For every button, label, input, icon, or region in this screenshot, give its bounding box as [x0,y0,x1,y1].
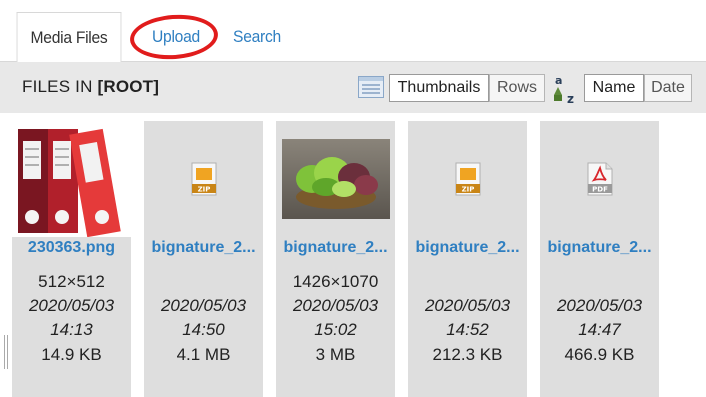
lettuce-thumbnail[interactable] [276,121,395,237]
file-card[interactable]: 230363.png 512×512 2020/05/03 14:13 14.9… [12,121,131,397]
sort-letter-z: z [567,92,574,105]
file-time: 14:13 [50,320,93,339]
file-size: 212.3 KB [432,345,503,364]
pdf-badge-text: PDF [592,186,608,194]
file-date: 2020/05/03 [292,296,379,315]
file-name-link[interactable]: bignature_2... [144,239,263,257]
file-size: 14.9 KB [41,345,102,364]
pdf-icon: PDF [587,162,612,196]
file-time: 14:52 [446,320,489,339]
folder-title: FILES IN [ROOT] [22,77,159,97]
sort-by-date-button[interactable]: Date [644,74,692,102]
file-size: 3 MB [315,345,356,364]
sort-by-name-button[interactable]: Name [584,74,644,102]
file-card[interactable]: ZIP bignature_2... 2020/05/03 14:50 4.1 … [144,121,263,397]
view-mode-icon [358,76,384,98]
file-size: 4.1 MB [176,345,231,364]
file-time: 14:50 [182,320,225,339]
tab-bar: Media Files Upload Search [0,0,706,63]
binders-image [12,121,131,237]
zip-badge-text: ZIP [461,186,474,194]
zip-thumbnail[interactable]: ZIP [144,121,263,237]
current-folder: [ROOT] [97,77,160,96]
sort-letter-a: a [555,74,562,87]
file-time: 14:47 [578,320,621,339]
file-date: 2020/05/03 [28,296,115,315]
file-dimensions: 512×512 [38,272,105,291]
pdf-thumbnail[interactable]: PDF [540,121,659,237]
zip-thumbnail[interactable]: ZIP [408,121,527,237]
files-toolbar: FILES IN [ROOT] Thumbnails Rows a z Name… [0,61,706,113]
resize-handle[interactable] [4,335,8,369]
file-name-link[interactable]: 230363.png [12,239,131,257]
sort-az-icon: a z [554,74,574,105]
file-card[interactable]: bignature_2... 1426×1070 2020/05/03 15:0… [276,121,395,397]
thumbnails-view-button[interactable]: Thumbnails [389,74,489,102]
file-time: 15:02 [314,320,357,339]
rows-view-button[interactable]: Rows [489,74,545,102]
file-name-link[interactable]: bignature_2... [408,239,527,257]
tab-upload[interactable]: Upload [136,12,217,62]
file-card[interactable]: ZIP bignature_2... 2020/05/03 14:52 212.… [408,121,527,397]
zip-icon: ZIP [191,162,216,196]
file-date: 2020/05/03 [424,296,511,315]
tab-media-files[interactable]: Media Files [16,12,122,62]
zip-badge-text: ZIP [197,186,210,194]
tab-search[interactable]: Search [223,12,291,62]
folder-title-prefix: FILES IN [22,77,98,96]
file-name-link[interactable]: bignature_2... [540,239,659,257]
media-manager: Media Files Upload Search FILES IN [ROOT… [0,0,706,397]
lettuce-image [281,139,390,219]
file-grid: 230363.png 512×512 2020/05/03 14:13 14.9… [0,113,706,397]
file-dimensions: 1426×1070 [292,272,379,291]
file-size: 466.9 KB [564,345,635,364]
zip-icon: ZIP [455,162,480,196]
binders-thumbnail[interactable] [12,121,131,237]
file-date: 2020/05/03 [160,296,247,315]
file-name-link[interactable]: bignature_2... [276,239,395,257]
file-date: 2020/05/03 [556,296,643,315]
file-card[interactable]: PDF bignature_2... 2020/05/03 14:47 466.… [540,121,659,397]
